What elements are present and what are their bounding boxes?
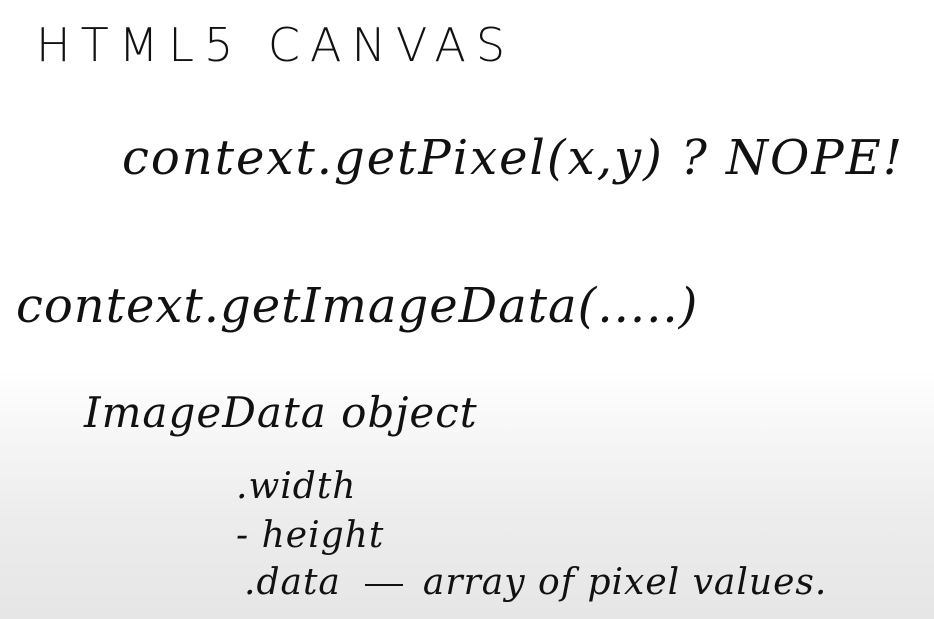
getpixel-note: context.getPixel(x,y) ? NOPE! [122, 130, 905, 186]
whiteboard-title: HTML5 CANVAS [36, 18, 516, 72]
whiteboard: HTML5 CANVAS context.getPixel(x,y) ? NOP… [0, 0, 934, 619]
bullet-width: .width [236, 466, 357, 507]
imagedata-object-heading: ImageData object [84, 388, 478, 437]
dash-separator [364, 584, 403, 586]
bullet-data: .data array of pixel values. [244, 562, 827, 603]
getimagedata-note: context.getImageData(.....) [16, 278, 699, 334]
bullet-data-name: .data [244, 562, 341, 603]
bullet-height: - height [236, 515, 385, 556]
bullet-data-description: array of pixel values. [422, 562, 828, 603]
